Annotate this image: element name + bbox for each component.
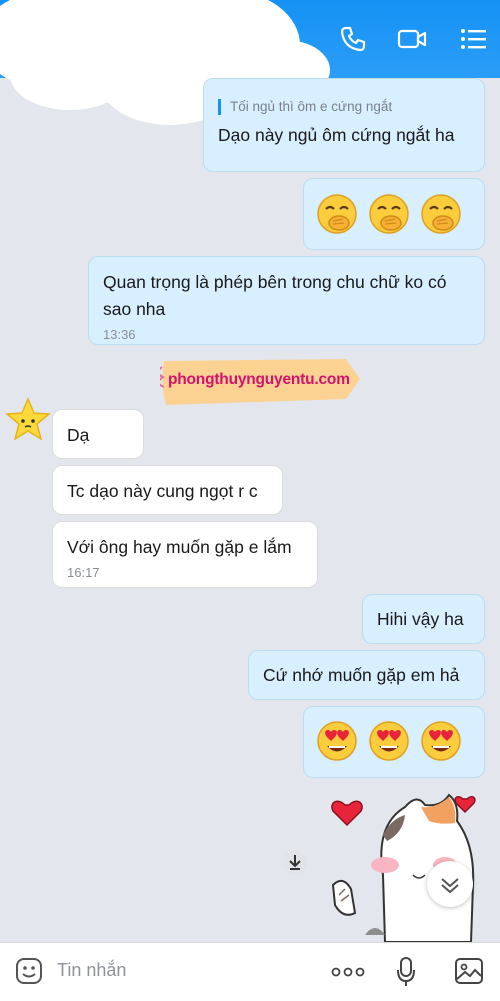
emoji-message-bubble[interactable] <box>303 706 485 778</box>
more-dots-icon[interactable] <box>330 960 366 984</box>
message-timestamp: 16:17 <box>67 565 100 580</box>
message-text: Dạo này ngủ ôm cứng ngắt ha <box>218 125 455 145</box>
message-composer: Tin nhắn <box>0 942 500 1001</box>
menu-list-icon[interactable] <box>458 24 488 54</box>
scroll-to-bottom-button[interactable] <box>427 861 473 907</box>
message-bubble-incoming[interactable]: Tc dạo này cung ngọt r c <box>52 465 283 515</box>
message-text: Quan trọng là phép bên trong chu chữ ko … <box>103 272 447 319</box>
message-input[interactable]: Tin nhắn <box>57 960 257 984</box>
message-bubble-incoming[interactable]: Dạ <box>52 409 144 459</box>
hand-over-mouth-emoji <box>369 194 409 234</box>
image-gallery-icon[interactable] <box>454 957 484 985</box>
message-text: Với ông hay muốn gặp e lắm <box>67 537 292 557</box>
chevron-down-icon <box>441 878 459 894</box>
microphone-icon[interactable] <box>395 956 417 988</box>
message-text: Tc dạo này cung ngọt r c <box>67 481 258 501</box>
watermark-banner: phongthuynguyentu.com <box>160 355 362 409</box>
hand-over-mouth-emoji <box>317 194 357 234</box>
emoji-message-bubble[interactable] <box>303 178 485 250</box>
message-text: Cứ nhớ muốn gặp em hả <box>263 665 460 685</box>
message-timestamp: 13:36 <box>103 327 136 342</box>
quoted-reply: Tối ngủ thì ôm e cứng ngắt <box>218 99 470 115</box>
avatar[interactable] <box>5 397 51 443</box>
video-call-icon[interactable] <box>397 24 427 54</box>
emoji-sticker-icon[interactable] <box>15 957 43 985</box>
hand-over-mouth-emoji <box>421 194 461 234</box>
message-bubble-incoming[interactable]: Với ông hay muốn gặp e lắm 16:17 <box>52 521 318 588</box>
download-icon[interactable] <box>283 850 307 874</box>
phone-icon[interactable] <box>338 24 368 54</box>
heart-eyes-emoji <box>317 721 357 761</box>
message-bubble-outgoing[interactable]: Quan trọng là phép bên trong chu chữ ko … <box>88 256 485 345</box>
heart-eyes-emoji <box>369 721 409 761</box>
watermark-text: phongthuynguyentu.com <box>168 371 350 388</box>
message-text: Hihi vậy ha <box>377 609 464 629</box>
message-bubble-outgoing[interactable]: Cứ nhớ muốn gặp em hả <box>248 650 485 700</box>
heart-eyes-emoji <box>421 721 461 761</box>
message-bubble-outgoing[interactable]: Hihi vậy ha <box>362 594 485 644</box>
message-text: Dạ <box>67 425 90 445</box>
message-bubble-outgoing[interactable]: Tối ngủ thì ôm e cứng ngắt Dạo này ngủ ô… <box>203 78 485 172</box>
